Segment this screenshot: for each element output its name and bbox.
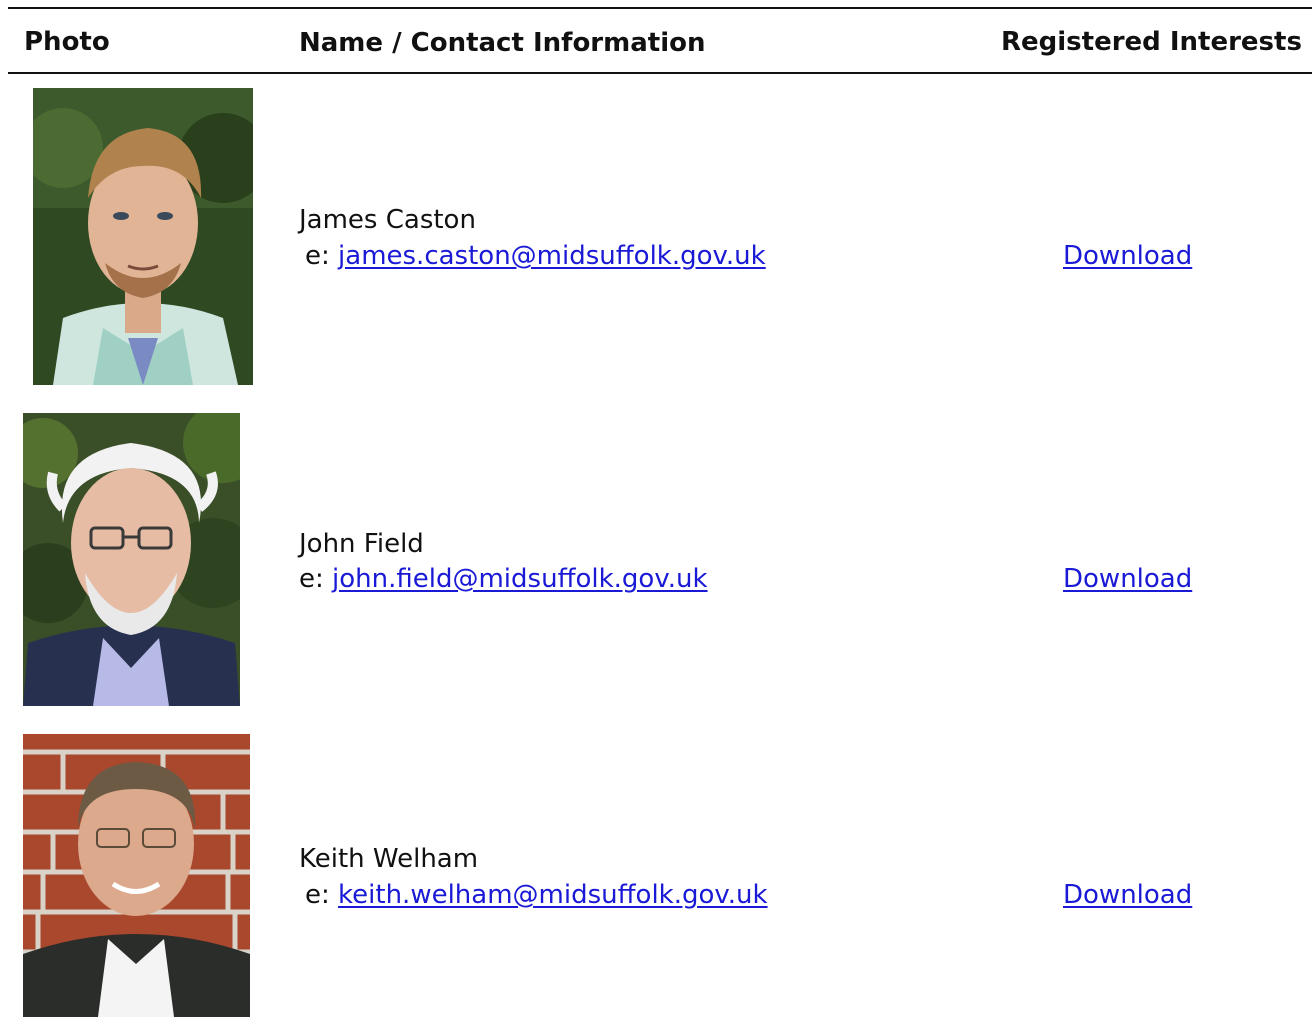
header-bottom-rule (8, 72, 1312, 74)
member-photo (23, 734, 250, 1017)
email-prefix: e: (305, 880, 339, 910)
registered-interests-download-link[interactable]: Download (1063, 239, 1192, 273)
member-email-link[interactable]: james.caston@midsuffolk.gov.uk (338, 241, 766, 271)
email-prefix: e: (305, 241, 339, 271)
registered-interests-download-link[interactable]: Download (1063, 562, 1192, 596)
member-email-line: e: keith.welham@midsuffolk.gov.uk (305, 878, 768, 912)
member-email-link[interactable]: john.field@midsuffolk.gov.uk (332, 564, 707, 594)
table-top-rule (8, 7, 1312, 9)
member-email-line: e: john.field@midsuffolk.gov.uk (299, 562, 708, 596)
member-email-link[interactable]: keith.welham@midsuffolk.gov.uk (338, 880, 768, 910)
councillor-table: Photo Name / Contact Information Registe… (0, 0, 1312, 1025)
member-photo (23, 413, 240, 706)
email-prefix: e: (299, 564, 333, 594)
registered-interests-download-link[interactable]: Download (1063, 878, 1192, 912)
member-name: James Caston (299, 205, 476, 235)
member-photo (33, 88, 253, 385)
column-header-photo: Photo (24, 27, 110, 57)
member-name: Keith Welham (299, 844, 479, 874)
column-header-registered-interests: Registered Interests (1001, 27, 1302, 57)
member-email-line: e: james.caston@midsuffolk.gov.uk (305, 239, 766, 273)
member-name: John Field (299, 529, 424, 559)
column-header-name-contact: Name / Contact Information (299, 28, 706, 58)
